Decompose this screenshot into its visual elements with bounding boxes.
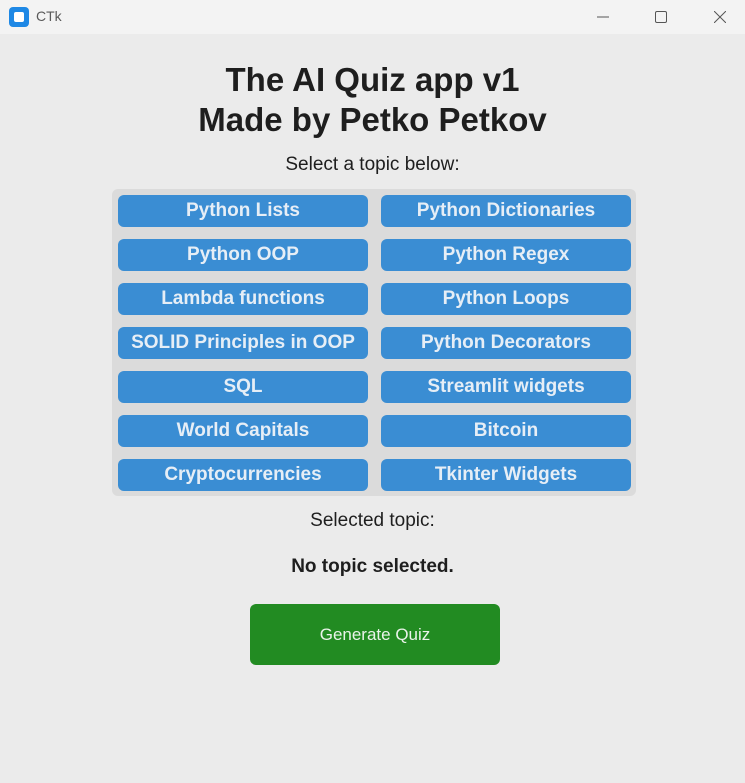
topic-button-lambda-functions[interactable]: Lambda functions [118,283,368,315]
page-title: The AI Quiz app v1 Made by Petko Petkov [0,60,745,140]
app-icon [9,7,29,27]
topic-button-cryptocurrencies[interactable]: Cryptocurrencies [118,459,368,491]
topic-button-world-capitals[interactable]: World Capitals [118,415,368,447]
topic-button-bitcoin[interactable]: Bitcoin [381,415,631,447]
topic-button-solid-principles[interactable]: SOLID Principles in OOP [118,327,368,359]
selected-topic-value: No topic selected. [291,556,454,577]
topic-button-python-oop[interactable]: Python OOP [118,239,368,271]
topic-prompt: Select a topic below: [285,154,460,175]
title-bar: CTk [0,0,745,34]
minimize-icon [597,16,609,18]
close-icon [714,11,726,23]
topic-grid: Python Lists Python Dictionaries Python … [112,189,636,496]
maximize-button[interactable] [638,0,684,34]
close-button[interactable] [697,0,743,34]
topic-button-python-regex[interactable]: Python Regex [381,239,631,271]
title-line-1: The AI Quiz app v1 [225,61,520,98]
title-line-2: Made by Petko Petkov [198,101,547,138]
app-window: CTk The AI Quiz app v1 Made by Petko Pet… [0,0,745,783]
maximize-icon [655,11,667,23]
selected-topic-caption: Selected topic: [310,510,435,531]
window-title: CTk [36,8,62,24]
topic-button-streamlit-widgets[interactable]: Streamlit widgets [381,371,631,403]
generate-quiz-button[interactable]: Generate Quiz [250,604,500,665]
topic-button-sql[interactable]: SQL [118,371,368,403]
topic-button-tkinter-widgets[interactable]: Tkinter Widgets [381,459,631,491]
minimize-button[interactable] [580,0,626,34]
topic-button-python-decorators[interactable]: Python Decorators [381,327,631,359]
topic-button-python-lists[interactable]: Python Lists [118,195,368,227]
topic-button-python-loops[interactable]: Python Loops [381,283,631,315]
topic-button-python-dictionaries[interactable]: Python Dictionaries [381,195,631,227]
